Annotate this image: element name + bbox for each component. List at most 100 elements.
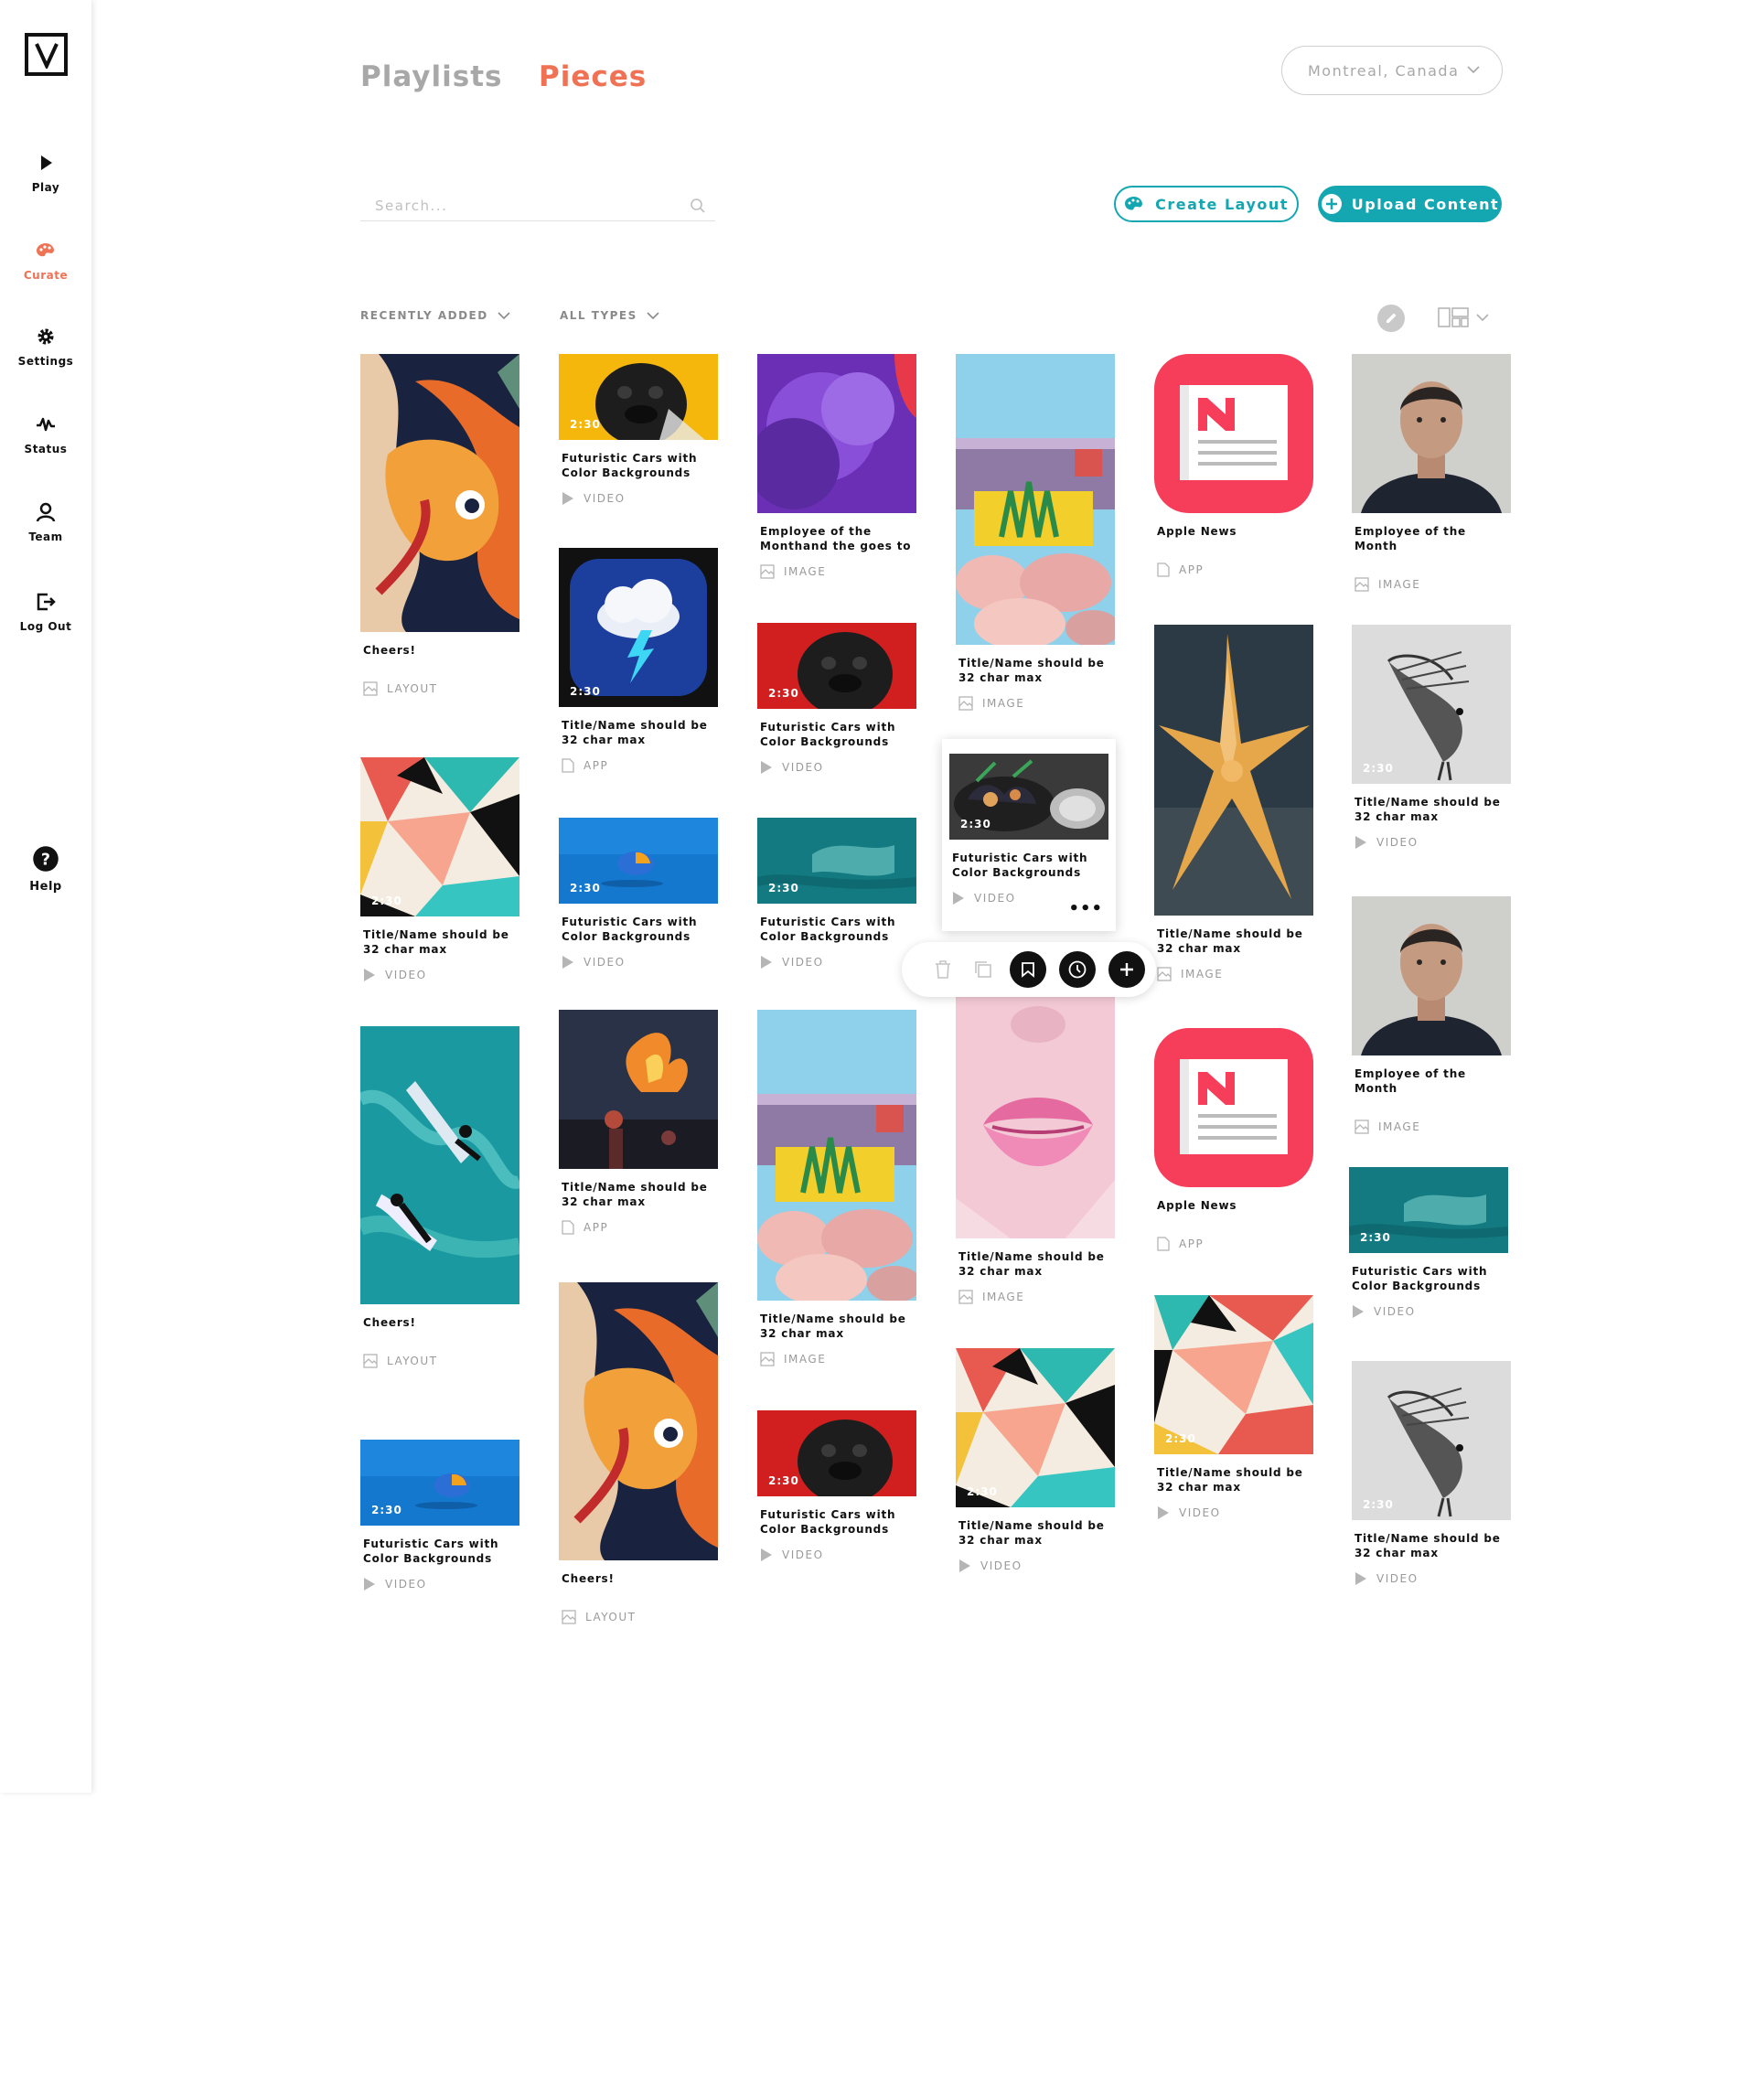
nav-item-status[interactable]: Status bbox=[0, 413, 91, 455]
card-thumbnail bbox=[559, 1010, 718, 1169]
content-card[interactable]: 2:30 Futuristic Cars with Color Backgrou… bbox=[757, 1410, 916, 1562]
selected-card[interactable]: 2:30 Futuristic Cars with Color Backgrou… bbox=[942, 739, 1116, 931]
content-card[interactable]: Cheers! LAYOUT bbox=[360, 354, 519, 696]
card-title: Title/Name should be 32 char max bbox=[1157, 927, 1303, 955]
card-type-label: IMAGE bbox=[1378, 1120, 1421, 1133]
delete-button[interactable] bbox=[929, 956, 957, 983]
nav-item-help[interactable]: ? Help bbox=[0, 845, 91, 894]
content-card[interactable]: 2:30 Title/Name should be 32 char max VI… bbox=[1352, 625, 1511, 850]
tab-pieces[interactable]: Pieces bbox=[539, 60, 647, 93]
nav-item-team[interactable]: Team bbox=[0, 501, 91, 543]
search-input[interactable] bbox=[360, 194, 671, 218]
card-thumbnail bbox=[360, 354, 519, 632]
type-filter[interactable]: ALL TYPES bbox=[560, 309, 659, 322]
type-filter-label: ALL TYPES bbox=[560, 309, 637, 322]
card-thumbnail: 2:30 bbox=[757, 818, 916, 904]
location-select[interactable]: Montreal, Canada bbox=[1281, 46, 1503, 95]
content-card[interactable]: 2:30 Futuristic Cars with Color Backgrou… bbox=[360, 1440, 519, 1591]
card-type-label: LAYOUT bbox=[585, 1611, 637, 1623]
card-title: Cheers! bbox=[363, 644, 416, 657]
nav-item-settings[interactable]: Settings bbox=[0, 326, 91, 368]
content-card[interactable]: 2:30 Futuristic Cars with Color Backgrou… bbox=[1349, 1167, 1508, 1319]
image-type-icon bbox=[1157, 967, 1172, 981]
card-type-label: APP bbox=[584, 759, 609, 772]
nav-label: Play bbox=[31, 181, 60, 194]
card-type: IMAGE bbox=[956, 1290, 1115, 1304]
logo[interactable] bbox=[25, 33, 68, 76]
content-card[interactable]: 2:30 Futuristic Cars with Color Backgrou… bbox=[757, 818, 916, 970]
content-card[interactable]: 2:30 Title/Name should be 32 char max VI… bbox=[956, 1348, 1115, 1573]
content-card[interactable]: Title/Name should be 32 char max IMAGE bbox=[956, 354, 1115, 711]
content-card[interactable]: 2:30 Futuristic Cars with Color Backgrou… bbox=[949, 754, 1108, 905]
schedule-button[interactable] bbox=[1059, 951, 1096, 988]
help-icon: ? bbox=[33, 846, 59, 872]
card-type-label: VIDEO bbox=[584, 956, 626, 969]
content-card[interactable]: 2:30 Futuristic Cars with Color Backgrou… bbox=[559, 354, 718, 506]
nav-item-curate[interactable]: Curate bbox=[0, 240, 91, 282]
content-card[interactable]: Title/Name should be 32 char max IMAGE bbox=[757, 1010, 916, 1366]
image-type-icon bbox=[1354, 577, 1369, 592]
bookmark-button[interactable] bbox=[1010, 951, 1046, 988]
content-card[interactable]: Employee of the Month IMAGE bbox=[1352, 354, 1511, 592]
content-card[interactable]: Employee of the Month IMAGE bbox=[1352, 896, 1511, 1134]
card-type-label: VIDEO bbox=[1374, 1305, 1416, 1318]
content-card[interactable]: Title/Name should be 32 char max APP bbox=[559, 1010, 718, 1235]
card-type: VIDEO bbox=[559, 955, 718, 970]
card-thumbnail: 2:30 bbox=[360, 1440, 519, 1526]
card-title: Employee of the Monthand the goes to bbox=[760, 525, 912, 552]
content-card[interactable]: 2:30 Futuristic Cars with Color Backgrou… bbox=[559, 818, 718, 970]
card-title: Title/Name should be 32 char max bbox=[1354, 796, 1501, 823]
card-type: IMAGE bbox=[757, 1352, 916, 1366]
card-type-label: APP bbox=[584, 1221, 609, 1234]
clock-icon bbox=[1068, 960, 1087, 979]
content-card[interactable]: 2:30 Title/Name should be 32 char max AP… bbox=[559, 548, 718, 773]
image-type-icon bbox=[760, 1352, 775, 1366]
add-button[interactable] bbox=[1108, 951, 1145, 988]
create-layout-button[interactable]: Create Layout bbox=[1114, 186, 1299, 222]
content-card[interactable]: 2:30 Title/Name should be 32 char max VI… bbox=[360, 757, 519, 982]
more-options-icon[interactable]: ••• bbox=[1068, 899, 1103, 918]
palette-icon bbox=[37, 243, 55, 257]
layout-toggle[interactable] bbox=[1438, 307, 1489, 327]
card-action-bar bbox=[902, 942, 1156, 997]
tab-playlists[interactable]: Playlists bbox=[360, 60, 503, 93]
chevron-down-icon bbox=[498, 311, 510, 319]
nav-label: Log Out bbox=[19, 620, 72, 633]
content-card[interactable]: Title/Name should be 32 char max IMAGE bbox=[1154, 625, 1313, 981]
svg-text:?: ? bbox=[41, 851, 50, 869]
logo-v-icon bbox=[34, 42, 59, 69]
content-card[interactable]: Apple News APP bbox=[1154, 1028, 1313, 1251]
content-card[interactable]: 2:30 Futuristic Cars with Color Backgrou… bbox=[757, 623, 916, 775]
card-title: Title/Name should be 32 char max bbox=[760, 1312, 906, 1340]
content-card[interactable]: Apple News APP bbox=[1154, 354, 1313, 577]
sort-filter-label: RECENTLY ADDED bbox=[360, 309, 488, 322]
play-icon bbox=[41, 155, 52, 170]
app-type-icon bbox=[562, 758, 574, 773]
content-card[interactable]: Title/Name should be 32 char max IMAGE bbox=[956, 997, 1115, 1304]
content-card[interactable]: Cheers! LAYOUT bbox=[360, 1026, 519, 1368]
card-type: APP bbox=[559, 758, 718, 773]
card-title: Futuristic Cars with Color Backgrounds bbox=[952, 852, 1088, 879]
duplicate-button[interactable] bbox=[969, 956, 997, 983]
search-icon[interactable] bbox=[690, 198, 706, 214]
nav-label: Team bbox=[28, 530, 63, 543]
card-duration: 2:30 bbox=[960, 818, 991, 830]
card-title: Employee of the Month bbox=[1354, 1067, 1466, 1095]
content-card[interactable]: Cheers! LAYOUT bbox=[559, 1282, 718, 1624]
card-thumbnail bbox=[1352, 896, 1511, 1055]
content-card[interactable]: Employee of the Monthand the goes to IMA… bbox=[757, 354, 916, 579]
card-type: VIDEO bbox=[360, 1577, 519, 1591]
chevron-down-icon bbox=[1467, 66, 1480, 74]
edit-button[interactable] bbox=[1377, 305, 1405, 332]
nav-item-play[interactable]: Play bbox=[0, 152, 91, 194]
card-type-label: VIDEO bbox=[782, 761, 824, 774]
card-type-label: VIDEO bbox=[980, 1559, 1023, 1572]
nav-item-logout[interactable]: Log Out bbox=[0, 591, 91, 633]
card-type-label: VIDEO bbox=[385, 1578, 427, 1591]
content-card[interactable]: 2:30 Title/Name should be 32 char max VI… bbox=[1154, 1295, 1313, 1520]
upload-content-button[interactable]: Upload Content bbox=[1318, 186, 1502, 222]
sort-filter[interactable]: RECENTLY ADDED bbox=[360, 309, 510, 322]
create-layout-label: Create Layout bbox=[1155, 195, 1289, 213]
content-card[interactable]: 2:30 Title/Name should be 32 char max VI… bbox=[1352, 1361, 1511, 1586]
card-type-label: VIDEO bbox=[974, 892, 1016, 905]
